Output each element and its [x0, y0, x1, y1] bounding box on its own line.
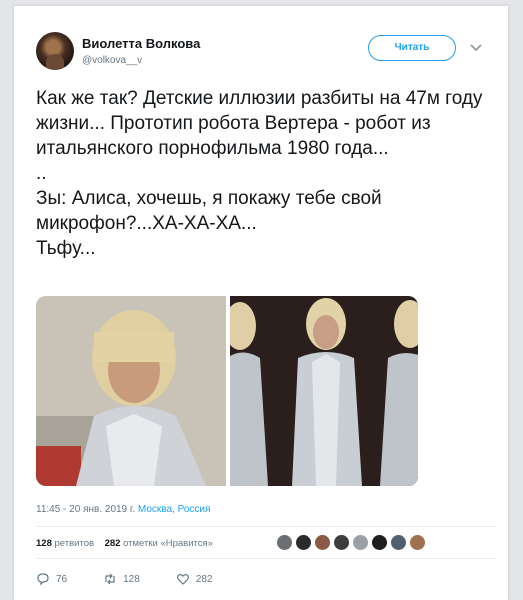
likes-label[interactable]: отметки «Нравится» [123, 538, 213, 549]
heart-icon [176, 574, 189, 585]
liker-avatar[interactable] [352, 534, 369, 551]
retweet-count: 128 [123, 573, 140, 585]
author-handle[interactable]: @volkova__v [82, 55, 142, 66]
like-button[interactable]: 282 [176, 572, 213, 586]
tweet-meta: 11:45 - 20 янв. 2019 г. Москва, Россия [36, 504, 210, 515]
photo-robots-group[interactable] [230, 296, 418, 486]
tweet-card: Виолетта Волкова @volkova__v Читать Как … [14, 6, 508, 600]
liker-avatar[interactable] [390, 534, 407, 551]
retweets-count[interactable]: 128 [36, 538, 52, 549]
photo-gallery[interactable] [36, 296, 418, 486]
tweet-actions: 76 128 282 [36, 572, 249, 586]
like-count: 282 [195, 573, 213, 585]
divider [36, 526, 496, 527]
reply-button[interactable]: 76 [36, 572, 67, 586]
liker-avatar[interactable] [295, 534, 312, 551]
divider [36, 558, 496, 559]
follow-button[interactable]: Читать [368, 35, 456, 61]
tweet-text: Как же так? Детские иллюзии разбиты на 4… [36, 88, 483, 259]
avatar[interactable] [36, 32, 74, 70]
retweet-icon [105, 573, 115, 585]
liker-avatar[interactable] [409, 534, 426, 551]
photo-robot-closeup[interactable] [36, 296, 226, 486]
liker-avatar[interactable] [276, 534, 293, 551]
author-name[interactable]: Виолетта Волкова [82, 36, 200, 51]
retweets-label[interactable]: ретвитов [55, 538, 95, 549]
liker-avatar[interactable] [333, 534, 350, 551]
tweet-time[interactable]: 11:45 - 20 янв. 2019 г. [36, 504, 135, 515]
retweet-button[interactable]: 128 [103, 572, 140, 586]
liker-avatar[interactable] [314, 534, 331, 551]
liker-avatars[interactable] [276, 534, 426, 551]
liker-avatar[interactable] [371, 534, 388, 551]
chevron-down-icon[interactable] [468, 42, 484, 54]
reply-count: 76 [56, 573, 68, 585]
likes-count[interactable]: 282 [105, 538, 121, 549]
engagement-stats: 128 ретвитов 282 отметки «Нравится» [36, 538, 213, 549]
location-link[interactable]: Москва, Россия [138, 504, 211, 515]
reply-icon [37, 573, 49, 586]
